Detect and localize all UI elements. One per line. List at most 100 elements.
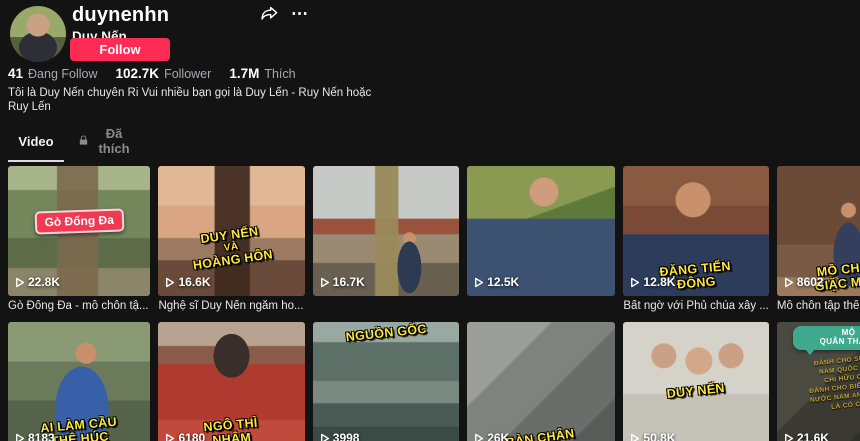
thumbnail-overlay-text: NGUỒN GỐC <box>313 322 459 348</box>
stat-likes[interactable]: 1.7M Thích <box>229 66 295 81</box>
play-icon <box>164 277 175 288</box>
play-icon <box>473 277 484 288</box>
view-count-badge: 16.7K <box>319 275 365 289</box>
thumbnail-overlay-text: Gò Đống Đa <box>8 208 150 236</box>
view-count-badge: 8183 <box>14 431 55 441</box>
view-count: 22.8K <box>28 275 60 289</box>
play-icon <box>473 433 484 441</box>
video-thumbnail[interactable]: NGUỒN GỐC 3998 <box>313 322 459 441</box>
view-count-badge: 16.6K <box>164 275 210 289</box>
view-count-badge: 26K <box>473 431 509 441</box>
play-icon <box>164 433 175 441</box>
overlay-line: QUÂN THANH <box>795 338 860 347</box>
page-title-username: duynenhn <box>72 2 169 28</box>
video-caption[interactable] <box>467 300 615 314</box>
view-count: 26K <box>487 431 509 441</box>
thumbnail-overlay-text: DUY NẾN <box>623 376 769 405</box>
play-icon <box>629 277 640 288</box>
tab-videos[interactable]: Video <box>8 124 64 162</box>
likes-count: 1.7M <box>229 66 259 81</box>
play-icon <box>629 433 640 441</box>
video-thumbnail[interactable]: 16.7K <box>313 166 459 296</box>
video-caption[interactable]: Gò Đống Đa - mồ chôn tậ... <box>8 300 150 314</box>
view-count: 16.7K <box>333 275 365 289</box>
stats-row: 41 Đang Follow 102.7K Follower 1.7M Thíc… <box>0 58 860 81</box>
video-thumbnail[interactable]: MỒ CHÔNGIẶC MINH 8602 <box>777 166 860 296</box>
video-thumbnail[interactable]: ĐẶNG TIẾNĐÔNG 12.8K <box>623 166 769 296</box>
video-thumbnail[interactable]: DUY NẾNVÀHOÀNG HÔN 16.6K <box>158 166 304 296</box>
video-grid: Gò Đống Đa 22.8K Gò Đống Đa - mồ chôn tậ… <box>0 162 860 441</box>
view-count: 21.6K <box>797 431 829 441</box>
view-count: 50.8K <box>643 431 675 441</box>
view-count-badge: 50.8K <box>629 431 675 441</box>
overlay-line: Gò Đống Đa <box>34 208 124 235</box>
video-thumbnail[interactable]: Gò Đống Đa 22.8K <box>8 166 150 296</box>
follower-count: 102.7K <box>116 66 160 81</box>
overlay-line: DUY NẾN <box>158 218 303 252</box>
video-card: BÀN CHÂNSƠN TINH 26K Bàn Chân Khổng Lồ -… <box>467 322 615 441</box>
view-count-badge: 3998 <box>319 431 360 441</box>
follower-label: Follower <box>164 67 211 81</box>
video-thumbnail[interactable]: 12.5K <box>467 166 615 296</box>
overlay-line: MỘ <box>795 329 860 338</box>
avatar[interactable] <box>10 6 66 62</box>
video-card: ĐẶNG TIẾNĐÔNG 12.8K Bất ngờ với Phủ chúa… <box>623 166 769 314</box>
profile-header: duynenhn Duy Nến Follow ⋯ <box>0 0 860 58</box>
video-caption[interactable] <box>313 300 459 314</box>
video-caption[interactable]: Bất ngờ với Phủ chúa xây ... <box>623 300 769 314</box>
more-options-icon[interactable]: ⋯ <box>291 9 309 19</box>
video-card: DUY NẾNVÀHOÀNG HÔN 16.6K Nghệ sĩ Duy Nến… <box>158 166 304 314</box>
overlay-line: VÀ <box>158 232 304 263</box>
video-thumbnail[interactable]: AI LÀM CẦUTHÊ HÚC 8183 <box>8 322 150 441</box>
video-thumbnail[interactable]: ĐÁNH CHO SỬ TRINAM QUỐC ANHCHI HỮU CHỦĐÁ… <box>777 322 860 441</box>
play-icon <box>319 433 330 441</box>
bio-text: Tôi là Duy Nến chuyên Ri Vui nhiều bạn g… <box>0 81 385 114</box>
tab-liked[interactable]: Đã thích <box>78 124 134 162</box>
view-count-badge: 22.8K <box>14 275 60 289</box>
view-count: 16.6K <box>178 275 210 289</box>
video-card: NGUỒN GỐC 3998 Nguồn gốc và ý nghĩa của … <box>313 322 459 441</box>
play-icon <box>319 277 330 288</box>
overlay-line: DUY NẾN <box>623 376 769 405</box>
overlay-line: HOÀNG HÔN <box>160 243 305 277</box>
video-card: 16.7K <box>313 166 459 314</box>
view-count-badge: 6180 <box>164 431 205 441</box>
view-count: 6180 <box>178 431 205 441</box>
play-icon <box>14 277 25 288</box>
view-count: 8183 <box>28 431 55 441</box>
play-icon <box>14 433 25 441</box>
view-count-badge: 8602 <box>783 275 824 289</box>
video-thumbnail[interactable]: BÀN CHÂNSƠN TINH 26K <box>467 322 615 441</box>
tab-liked-label: Đã thích <box>94 126 134 156</box>
video-card: DUY NẾN 50.8K Con lật đật Duy Nến ... <box>623 322 769 441</box>
thumbnail-overlay-text: MỘQUÂN THANH <box>793 326 860 350</box>
play-icon <box>783 433 794 441</box>
play-icon <box>783 277 794 288</box>
video-card: NGÔ THÌNHẬM 6180 Cái chết tức tưởi của d… <box>158 322 304 441</box>
video-card: ĐÁNH CHO SỬ TRINAM QUỐC ANHCHI HỮU CHỦĐÁ… <box>777 322 860 441</box>
share-icon[interactable] <box>260 4 279 23</box>
view-count: 3998 <box>333 431 360 441</box>
video-card: AI LÀM CẦUTHÊ HÚC 8183 Thần Siêu người c… <box>8 322 150 441</box>
stat-following[interactable]: 41 Đang Follow <box>8 66 98 81</box>
view-count-badge: 21.6K <box>783 431 829 441</box>
tab-bar: Video Đã thích <box>0 114 860 162</box>
view-count-badge: 12.8K <box>629 275 675 289</box>
video-card: 12.5K <box>467 166 615 314</box>
video-caption[interactable]: Mồ chôn tập thể 60 nghìn ... <box>777 300 860 314</box>
follow-button[interactable]: Follow <box>70 38 170 61</box>
overlay-line: NGUỒN GỐC <box>313 322 459 348</box>
video-card: MỒ CHÔNGIẶC MINH 8602 Mồ chôn tập thể 60… <box>777 166 860 314</box>
stat-followers[interactable]: 102.7K Follower <box>116 66 212 81</box>
lock-icon <box>78 134 89 149</box>
view-count: 12.5K <box>487 275 519 289</box>
view-count: 8602 <box>797 275 824 289</box>
following-count: 41 <box>8 66 23 81</box>
following-label: Đang Follow <box>28 67 97 81</box>
view-count-badge: 12.5K <box>473 275 519 289</box>
likes-label: Thích <box>264 67 295 81</box>
video-caption[interactable]: Nghệ sĩ Duy Nến ngắm ho... <box>158 300 304 314</box>
video-thumbnail[interactable]: NGÔ THÌNHẬM 6180 <box>158 322 304 441</box>
carved-stone-text: ĐÁNH CHO SỬ TRINAM QUỐC ANHCHI HỮU CHỦĐÁ… <box>777 349 860 418</box>
video-thumbnail[interactable]: DUY NẾN 50.8K <box>623 322 769 441</box>
